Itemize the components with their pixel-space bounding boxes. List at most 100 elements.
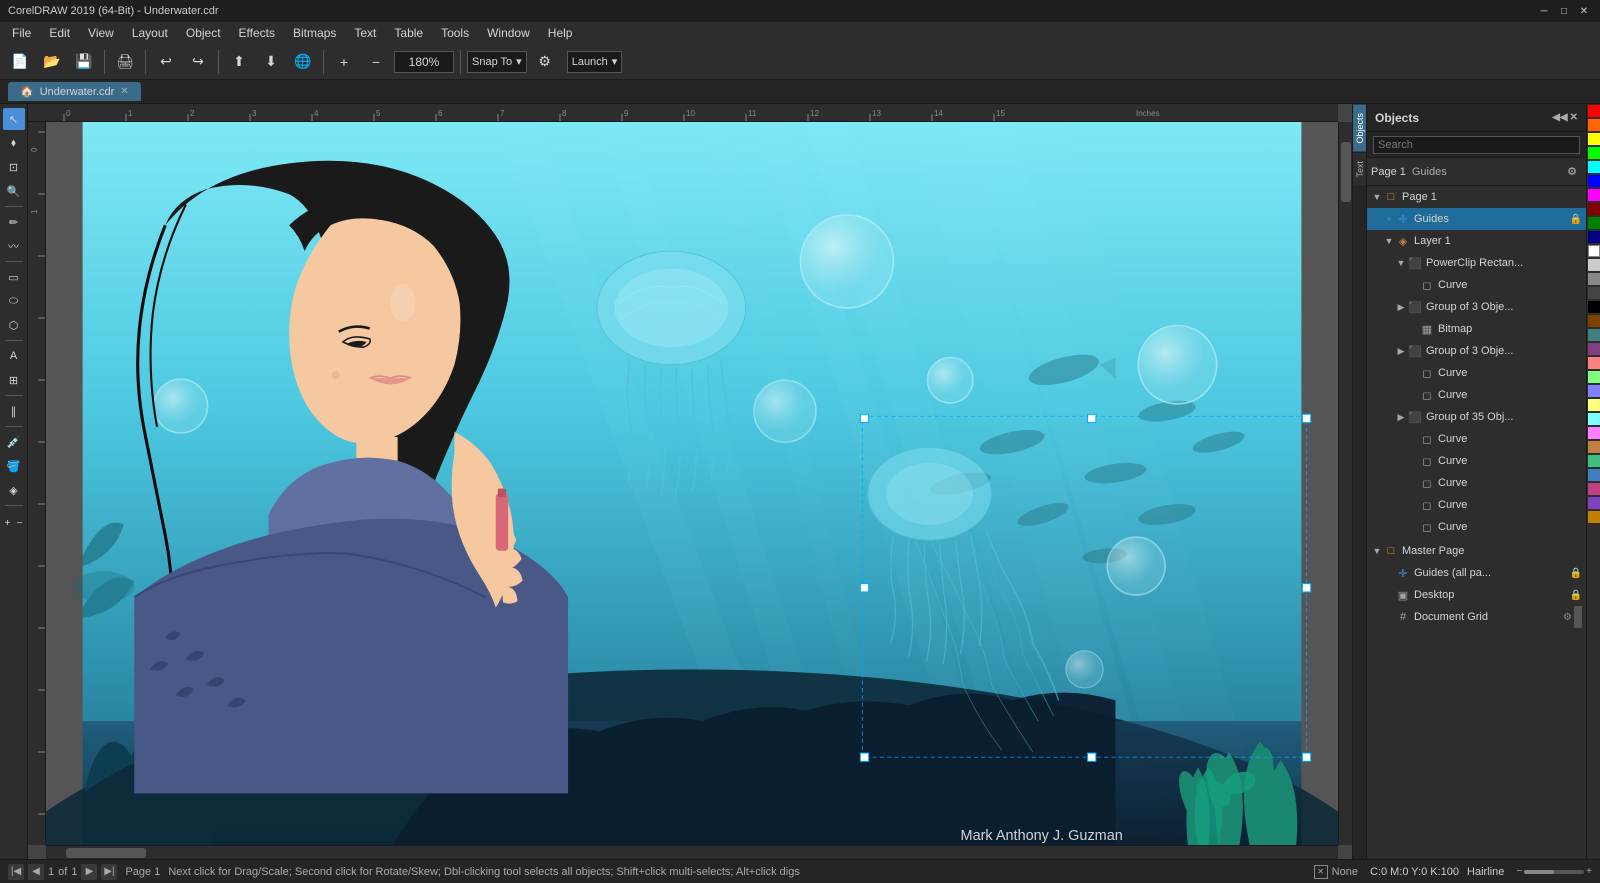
menu-text[interactable]: Text: [346, 24, 384, 42]
palette-color-magenta[interactable]: [1588, 189, 1600, 201]
tree-layer1[interactable]: ▼ ◈ Layer 1: [1367, 230, 1586, 252]
zoom-decrease-icon[interactable]: −: [1516, 866, 1522, 877]
save-button[interactable]: 💾: [70, 48, 98, 76]
menu-object[interactable]: Object: [178, 24, 229, 42]
new-button[interactable]: 📄: [6, 48, 34, 76]
side-tab-objects[interactable]: Objects: [1353, 104, 1366, 152]
tree-guidesall[interactable]: ✛ Guides (all pa... 🔒: [1367, 562, 1586, 584]
minimize-button[interactable]: ─: [1536, 3, 1552, 19]
tree-curve1[interactable]: ◻ Curve: [1367, 274, 1586, 296]
open-button[interactable]: 📂: [38, 48, 66, 76]
menu-window[interactable]: Window: [479, 24, 538, 42]
palette-color-red[interactable]: [1588, 105, 1600, 117]
launch-dropdown[interactable]: Launch ▾: [567, 51, 623, 73]
tree-bitmap[interactable]: ▦ Bitmap: [1367, 318, 1586, 340]
palette-color-blue[interactable]: [1588, 175, 1600, 187]
prev-page-button[interactable]: ◀: [28, 864, 44, 880]
palette-color-teal[interactable]: [1588, 329, 1600, 341]
ellipse-tool[interactable]: ⬭: [3, 290, 25, 312]
palette-color-green[interactable]: [1588, 147, 1600, 159]
palette-color-black[interactable]: [1588, 301, 1600, 313]
side-tab-text[interactable]: Text: [1353, 152, 1366, 186]
palette-color-lightcyan[interactable]: [1588, 413, 1600, 425]
palette-color-yellow[interactable]: [1588, 133, 1600, 145]
menu-effects[interactable]: Effects: [231, 24, 283, 42]
palette-color-orange[interactable]: [1588, 119, 1600, 131]
zoom-in-button[interactable]: +: [330, 48, 358, 76]
zoom-slider-area[interactable]: − +: [1516, 866, 1592, 877]
palette-color-lightmagenta[interactable]: [1588, 427, 1600, 439]
tree-guides[interactable]: + ✛ Guides 🔒: [1367, 208, 1586, 230]
first-page-button[interactable]: |◀: [8, 864, 24, 880]
print-button[interactable]: 🖨: [111, 48, 139, 76]
objects-search-input[interactable]: [1373, 136, 1580, 154]
crop-tool[interactable]: ⊡: [3, 156, 25, 178]
palette-color-darkblue[interactable]: [1588, 231, 1600, 243]
node-tool[interactable]: ⬧: [3, 132, 25, 154]
zoom-level-input[interactable]: [394, 51, 454, 73]
palette-color-cyan[interactable]: [1588, 161, 1600, 173]
selector-tool[interactable]: ↖: [3, 108, 25, 130]
polygon-tool[interactable]: ⬡: [3, 314, 25, 336]
palette-color-darkgray[interactable]: [1588, 287, 1600, 299]
options-button[interactable]: ⚙: [531, 48, 559, 76]
palette-color-lightgray[interactable]: [1588, 259, 1600, 271]
horizontal-scrollbar[interactable]: [46, 845, 1338, 859]
export-button[interactable]: ⬇: [257, 48, 285, 76]
zoom-tool[interactable]: 🔍: [3, 180, 25, 202]
panel-close-button[interactable]: ✕: [1570, 112, 1578, 123]
palette-color-lightred[interactable]: [1588, 357, 1600, 369]
next-page-button[interactable]: ▶: [81, 864, 97, 880]
tree-curve4[interactable]: ◻ Curve: [1367, 428, 1586, 450]
tree-curve6[interactable]: ◻ Curve: [1367, 472, 1586, 494]
minus-button[interactable]: −: [15, 512, 25, 534]
menu-help[interactable]: Help: [540, 24, 581, 42]
palette-color-lightblue[interactable]: [1588, 385, 1600, 397]
menu-file[interactable]: File: [4, 24, 39, 42]
tree-desktop[interactable]: ▣ Desktop 🔒: [1367, 584, 1586, 606]
interactive-tool[interactable]: ◈: [3, 479, 25, 501]
text-tool[interactable]: A: [3, 345, 25, 367]
palette-color-mint[interactable]: [1588, 455, 1600, 467]
palette-color-tan[interactable]: [1588, 441, 1600, 453]
palette-color-darkred[interactable]: [1588, 203, 1600, 215]
last-page-button[interactable]: ▶|: [101, 864, 117, 880]
palette-color-purple[interactable]: [1588, 343, 1600, 355]
palette-color-gold[interactable]: [1588, 511, 1600, 523]
tree-curve8[interactable]: ◻ Curve: [1367, 516, 1586, 538]
undo-button[interactable]: ↩: [152, 48, 180, 76]
smart-draw-tool[interactable]: 〰: [3, 235, 25, 257]
table-tool[interactable]: ⊞: [3, 369, 25, 391]
tree-curve5[interactable]: ◻ Curve: [1367, 450, 1586, 472]
maximize-button[interactable]: □: [1556, 3, 1572, 19]
menu-tools[interactable]: Tools: [433, 24, 477, 42]
palette-color-rose[interactable]: [1588, 483, 1600, 495]
settings-button[interactable]: ⚙: [1562, 162, 1582, 182]
palette-color-brown[interactable]: [1588, 315, 1600, 327]
tree-curve2[interactable]: ◻ Curve: [1367, 362, 1586, 384]
rect-tool[interactable]: ▭: [3, 266, 25, 288]
eyedropper-tool[interactable]: 💉: [3, 431, 25, 453]
vertical-scrollbar[interactable]: [1338, 122, 1352, 845]
menu-layout[interactable]: Layout: [124, 24, 176, 42]
tab-close-button[interactable]: ✕: [120, 86, 128, 97]
palette-color-gray[interactable]: [1588, 273, 1600, 285]
plus-button[interactable]: +: [3, 512, 13, 534]
parallel-tool[interactable]: ∥: [3, 400, 25, 422]
tree-powerclip[interactable]: ▼ ⬛ PowerClip Rectan...: [1367, 252, 1586, 274]
palette-color-lightgreen[interactable]: [1588, 371, 1600, 383]
close-button[interactable]: ✕: [1576, 3, 1592, 19]
menu-table[interactable]: Table: [386, 24, 431, 42]
tree-group35obj[interactable]: ▶ ⬛ Group of 35 Obj...: [1367, 406, 1586, 428]
publish-button[interactable]: 🌐: [289, 48, 317, 76]
tree-curve7[interactable]: ◻ Curve: [1367, 494, 1586, 516]
palette-color-violet[interactable]: [1588, 497, 1600, 509]
tree-group3obj1[interactable]: ▶ ⬛ Group of 3 Obje...: [1367, 296, 1586, 318]
zoom-slider-track[interactable]: [1524, 870, 1584, 874]
tree-group3obj2[interactable]: ▶ ⬛ Group of 3 Obje...: [1367, 340, 1586, 362]
menu-edit[interactable]: Edit: [41, 24, 78, 42]
palette-color-white[interactable]: [1588, 245, 1600, 257]
tree-masterpage[interactable]: ▼ □ Master Page: [1367, 540, 1586, 562]
zoom-out-button[interactable]: −: [362, 48, 390, 76]
import-button[interactable]: ⬆: [225, 48, 253, 76]
